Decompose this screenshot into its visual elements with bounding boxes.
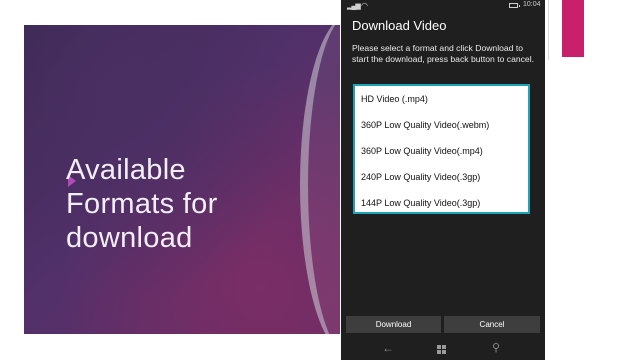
battery-icon <box>509 3 520 8</box>
format-item-144p-3gp[interactable]: 144P Low Quality Video(.3gp) <box>355 195 528 221</box>
wifi-icon: ◠ <box>361 1 368 10</box>
presentation-slide: Available Formats for download <box>24 25 340 334</box>
search-icon[interactable]: ⚲ <box>492 341 500 354</box>
windows-icon[interactable] <box>437 345 446 354</box>
divider <box>548 0 549 60</box>
navigation-bar: ← ⚲ <box>341 338 545 360</box>
signal-icon: ▂▄▆ <box>347 3 361 10</box>
slide-title: Available Formats for download <box>66 154 218 254</box>
dialog-title: Download Video <box>352 18 447 33</box>
format-list: HD Video (.mp4) 360P Low Quality Video(.… <box>353 84 530 214</box>
format-item-hd-mp4[interactable]: HD Video (.mp4) <box>355 91 528 117</box>
slide-decoration <box>300 25 340 334</box>
accent-block <box>562 0 584 57</box>
format-item-240p-3gp[interactable]: 240P Low Quality Video(.3gp) <box>355 169 528 195</box>
back-arrow-icon[interactable]: ← <box>382 341 394 355</box>
cancel-button[interactable]: Cancel <box>444 316 540 333</box>
download-button[interactable]: Download <box>346 316 441 333</box>
dialog-message: Please select a format and click Downloa… <box>352 43 535 64</box>
status-bar: ▂▄▆ ◠ 10:04 <box>341 0 545 11</box>
status-time: 10:04 <box>523 1 541 8</box>
phone-screen: ▂▄▆ ◠ 10:04 Download Video Please select… <box>341 0 545 360</box>
format-item-360p-webm[interactable]: 360P Low Quality Video(.webm) <box>355 117 528 143</box>
format-item-360p-mp4[interactable]: 360P Low Quality Video(.mp4) <box>355 143 528 169</box>
